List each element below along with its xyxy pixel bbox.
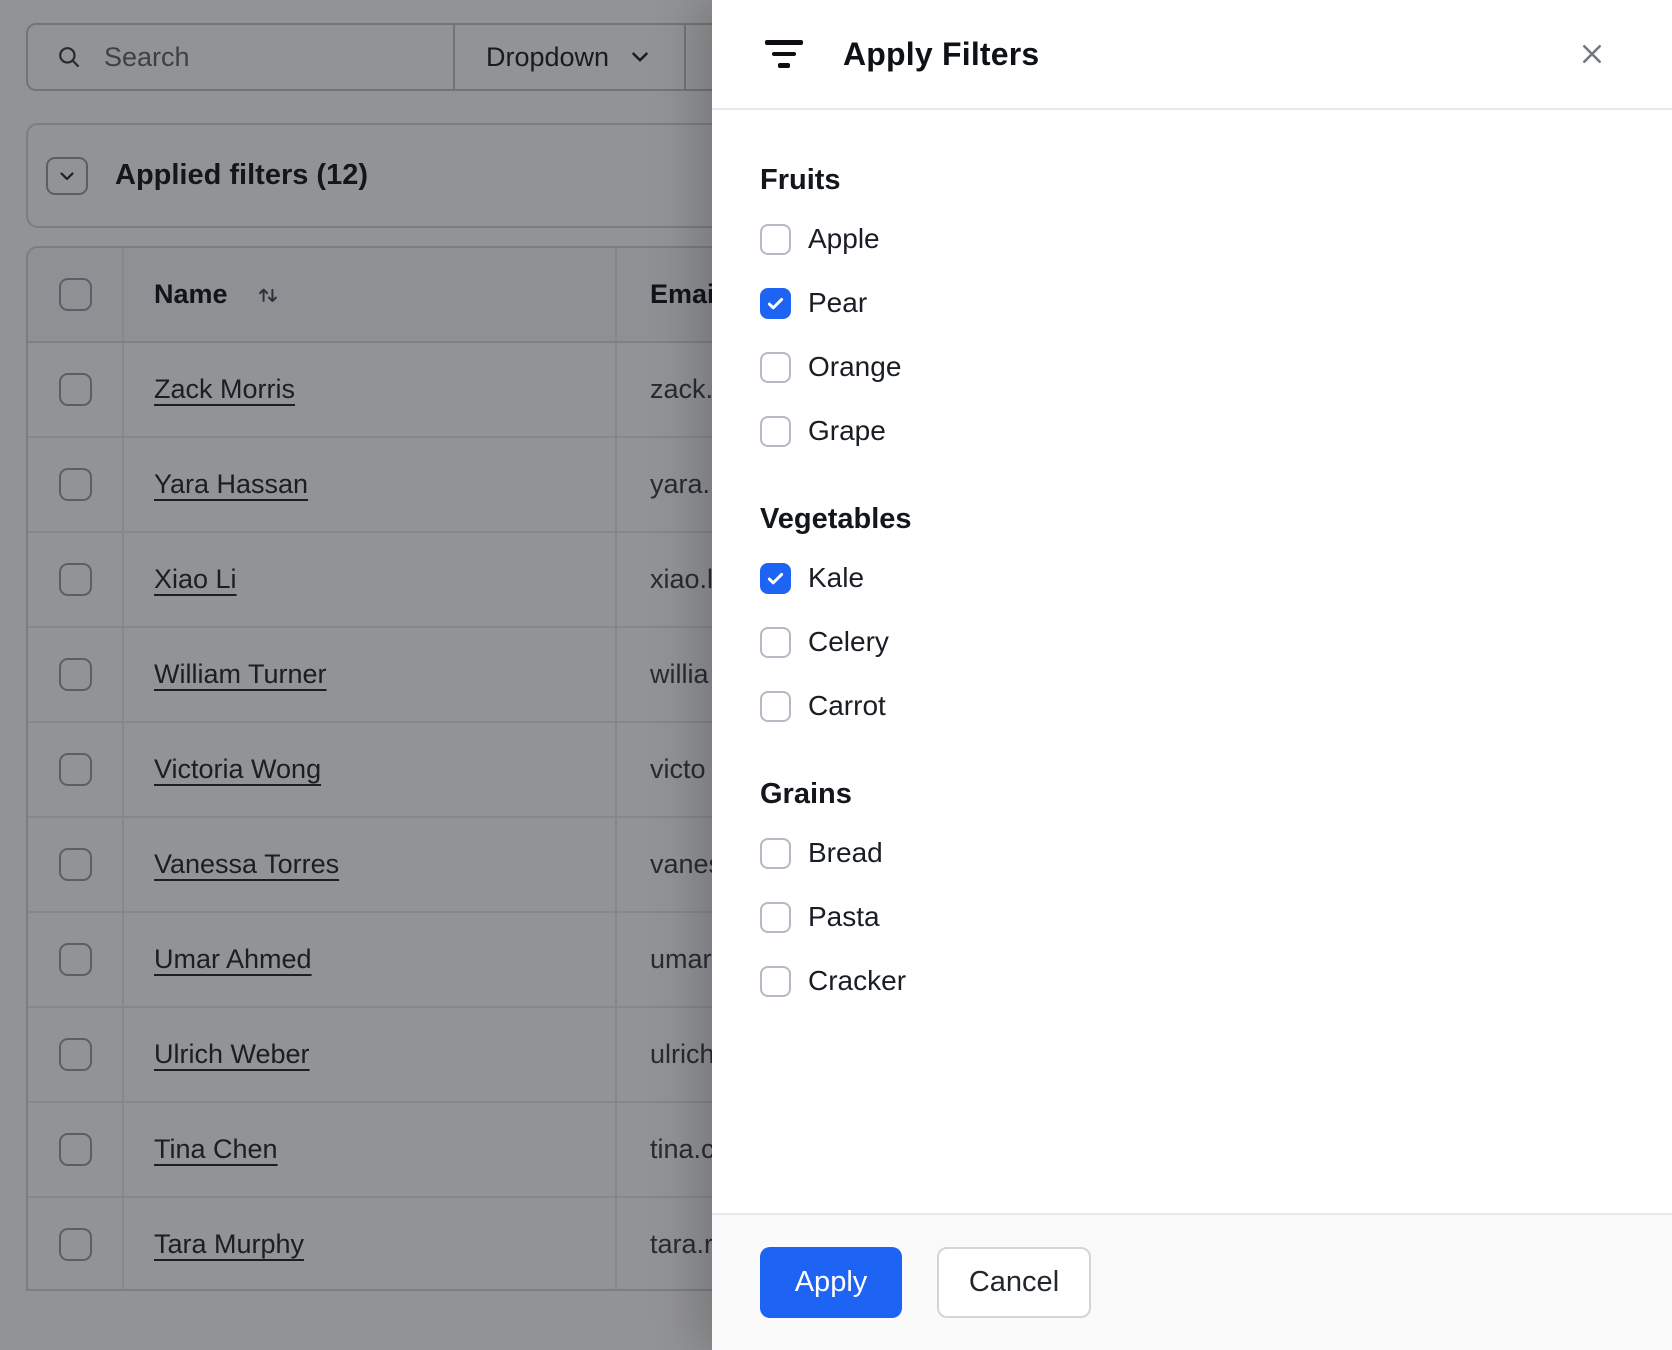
- close-icon: [1583, 45, 1601, 63]
- section-heading: Grains: [760, 778, 852, 810]
- app-root: Dropdown Applied filters (12) N: [0, 0, 1672, 1350]
- filter-lines-icon: [765, 40, 803, 68]
- filter-option[interactable]: Grape: [760, 399, 1632, 463]
- filter-option[interactable]: Carrot: [760, 674, 1632, 738]
- filter-section-vegetables: Vegetables Kale Celery Carrot: [760, 501, 1632, 738]
- section-heading: Fruits: [760, 164, 841, 196]
- option-label: Kale: [808, 562, 865, 593]
- checkbox[interactable]: [760, 690, 791, 722]
- checkbox[interactable]: [760, 415, 791, 447]
- option-label: Apple: [808, 223, 880, 254]
- filter-option[interactable]: Orange: [760, 335, 1632, 399]
- checkbox[interactable]: [760, 965, 791, 997]
- option-label: Pear: [808, 287, 868, 318]
- filter-section-fruits: Fruits Apple Pear Orange Grape: [760, 162, 1632, 463]
- filter-option[interactable]: Cracker: [760, 949, 1632, 1013]
- section-heading: Vegetables: [760, 503, 912, 535]
- check-icon: [767, 297, 784, 309]
- filter-option[interactable]: Bread: [760, 821, 1632, 885]
- checkbox[interactable]: [760, 837, 791, 869]
- checkbox[interactable]: [760, 223, 791, 255]
- drawer-header: Apply Filters: [712, 0, 1672, 110]
- filter-option[interactable]: Pear: [760, 271, 1632, 335]
- filter-option[interactable]: Kale: [760, 546, 1632, 610]
- filter-section-grains: Grains Bread Pasta Cracker: [760, 776, 1632, 1013]
- cancel-button[interactable]: Cancel: [937, 1247, 1091, 1318]
- filter-option[interactable]: Apple: [760, 207, 1632, 271]
- checkbox[interactable]: [760, 351, 791, 383]
- option-label: Cracker: [808, 965, 907, 996]
- checkbox[interactable]: [760, 901, 791, 933]
- option-label: Orange: [808, 351, 902, 382]
- filter-option[interactable]: Celery: [760, 610, 1632, 674]
- option-label: Pasta: [808, 901, 880, 932]
- drawer-body: Fruits Apple Pear Orange Grape Vegetable…: [712, 110, 1672, 1213]
- checkbox[interactable]: [760, 287, 791, 319]
- drawer-footer: Apply Cancel: [712, 1213, 1672, 1350]
- apply-button[interactable]: Apply: [760, 1247, 902, 1318]
- checkbox[interactable]: [760, 562, 791, 594]
- close-button[interactable]: [1570, 32, 1614, 76]
- option-label: Carrot: [808, 690, 886, 721]
- apply-filters-drawer: Apply Filters Fruits Apple Pear Orange G…: [712, 0, 1672, 1350]
- option-label: Grape: [808, 415, 886, 446]
- option-label: Bread: [808, 837, 883, 868]
- checkbox[interactable]: [760, 626, 791, 658]
- option-label: Celery: [808, 626, 889, 657]
- drawer-title: Apply Filters: [843, 35, 1040, 72]
- check-icon: [767, 572, 784, 584]
- filter-option[interactable]: Pasta: [760, 885, 1632, 949]
